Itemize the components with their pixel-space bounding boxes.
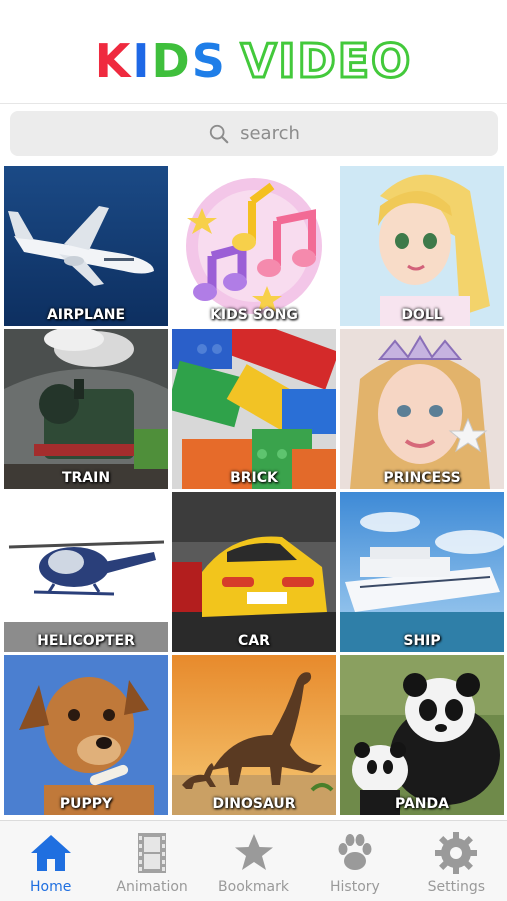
search-input[interactable]: search [240, 123, 300, 144]
car-image [172, 492, 336, 652]
airplane-image [4, 166, 168, 326]
tile-doll[interactable]: DOLL [340, 166, 504, 326]
logo-letter-s: S [191, 34, 227, 88]
app-logo: KIDS VIDEO [0, 34, 507, 88]
tab-bookmark[interactable]: Bookmark [203, 821, 304, 901]
tab-animation[interactable]: Animation [101, 821, 202, 901]
category-grid: AIRPLANE KIDS SONG DOLL TRAIN BRICK PRIN… [4, 166, 504, 815]
tile-label: SHIP [403, 633, 441, 649]
gear-icon [435, 832, 478, 874]
tab-label-history: History [330, 879, 380, 895]
tile-label: TRAIN [61, 470, 111, 486]
train-image [4, 329, 168, 489]
logo-letter-d: D [151, 34, 192, 88]
tile-label: DINOSAUR [212, 796, 296, 812]
tile-brick[interactable]: BRICK [172, 329, 336, 489]
tile-label: HELICOPTER [37, 633, 135, 649]
home-icon [30, 835, 71, 871]
tile-label: PRINCESS [383, 470, 461, 486]
music-notes-image [172, 166, 336, 326]
tile-label: PANDA [395, 796, 449, 812]
tile-princess[interactable]: PRINCESS [340, 329, 504, 489]
dinosaur-image [172, 655, 336, 815]
tile-dinosaur[interactable]: DINOSAUR [172, 655, 336, 815]
ship-image [340, 492, 504, 652]
tile-label: BRICK [230, 470, 278, 486]
logo-video-word: VIDEO [239, 34, 413, 88]
tile-label: DOLL [401, 307, 443, 323]
film-icon [138, 833, 167, 873]
tab-label-animation: Animation [116, 879, 188, 895]
star-icon [234, 834, 273, 870]
tile-kids-song[interactable]: KIDS SONG [172, 166, 336, 326]
bottom-tab-bar: Home Animation Bookmark History Settings [0, 820, 507, 901]
tile-airplane[interactable]: AIRPLANE [4, 166, 168, 326]
app-header: KIDS VIDEO [0, 0, 507, 104]
tile-helicopter[interactable]: HELICOPTER [4, 492, 168, 652]
tile-train[interactable]: TRAIN [4, 329, 168, 489]
tile-label: PUPPY [59, 796, 113, 812]
tab-label-home: Home [30, 879, 72, 895]
tile-label: AIRPLANE [46, 307, 126, 323]
tab-settings[interactable]: Settings [406, 821, 507, 901]
tile-puppy[interactable]: PUPPY [4, 655, 168, 815]
logo-letter-k: K [94, 34, 133, 88]
tab-label-bookmark: Bookmark [218, 879, 289, 895]
tab-home[interactable]: Home [0, 821, 101, 901]
search-icon [209, 124, 229, 143]
paw-icon [338, 834, 372, 870]
panda-image [340, 655, 504, 815]
tile-label: CAR [238, 633, 270, 649]
logo-letter-i: I [132, 34, 152, 88]
tab-history[interactable]: History [304, 821, 405, 901]
helicopter-image [4, 492, 168, 652]
tile-ship[interactable]: SHIP [340, 492, 504, 652]
puppy-image [4, 655, 168, 815]
tile-car[interactable]: CAR [172, 492, 336, 652]
search-bar[interactable]: search [10, 111, 498, 156]
tile-label: KIDS SONG [210, 307, 298, 323]
princess-image [340, 329, 504, 489]
doll-image [340, 166, 504, 326]
tab-label-settings: Settings [427, 879, 486, 895]
brick-image [172, 329, 336, 489]
tile-panda[interactable]: PANDA [340, 655, 504, 815]
